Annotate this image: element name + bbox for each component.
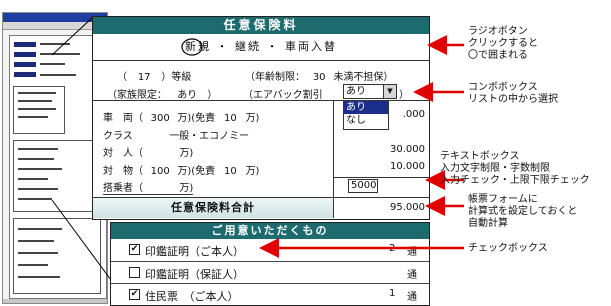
annotation-textbox: テキストボックス 入力文字制限・字数制限 入力チェック・上限下限チェック: [440, 151, 590, 186]
annotation-calc: 帳票フォームに 計算式を設定しておくと 自動計算: [468, 194, 578, 229]
annotation-combo: コンボボックス リストの中から選択: [468, 82, 558, 105]
annotation-radio: ラジオボタン クリックすると 〇で囲まれる: [468, 26, 538, 61]
annotation-checkbox: チェックボックス: [468, 243, 548, 254]
